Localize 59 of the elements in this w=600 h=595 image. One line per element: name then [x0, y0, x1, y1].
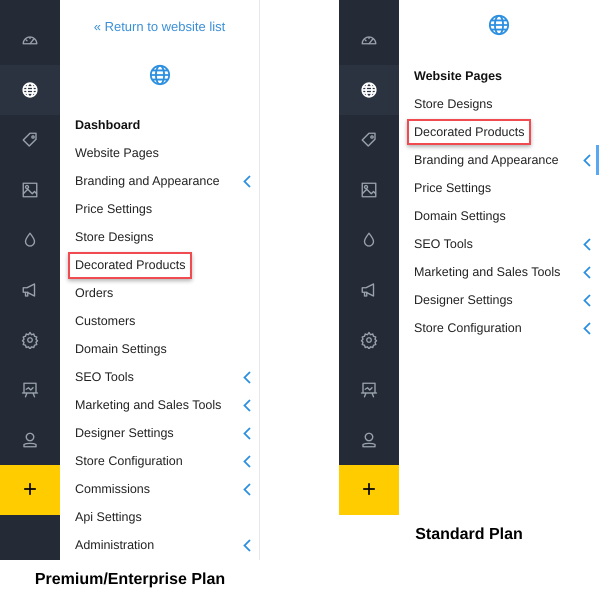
chevron-icon[interactable] — [243, 483, 251, 496]
menu-item[interactable]: Api Settings — [68, 504, 149, 531]
menu-item[interactable]: Website Pages — [68, 140, 166, 167]
chevron-icon[interactable] — [583, 294, 591, 306]
chevron-icon[interactable] — [243, 427, 251, 440]
globe-icon — [488, 14, 510, 36]
chevron-icon[interactable] — [243, 539, 251, 552]
add-button[interactable]: + — [0, 465, 60, 515]
menu-item[interactable]: Store Configuration — [68, 448, 190, 475]
image-icon — [21, 181, 39, 199]
chevron-icon[interactable] — [243, 399, 251, 412]
menu-item[interactable]: Orders — [68, 280, 120, 307]
menu-item[interactable]: Branding and Appearance — [68, 168, 227, 195]
menu-item[interactable]: Branding and Appearance — [407, 146, 566, 174]
scrollbar[interactable] — [596, 145, 599, 175]
globe-icon — [148, 64, 170, 86]
gear-icon — [21, 331, 39, 349]
globe-icon — [360, 81, 378, 99]
chevron-icon[interactable] — [243, 175, 251, 188]
menu-item[interactable]: Customers — [68, 308, 142, 335]
menu-item[interactable]: SEO Tools — [68, 364, 141, 391]
plan-caption: Standard Plan — [415, 525, 523, 545]
menu-item[interactable]: Marketing and Sales Tools — [407, 258, 568, 286]
add-button[interactable]: + — [339, 465, 399, 515]
chevron-icon[interactable] — [583, 266, 591, 278]
menu-item[interactable]: Commissions — [68, 476, 158, 503]
presentation-icon — [21, 381, 39, 399]
rail-button[interactable] — [339, 65, 399, 115]
menu-item[interactable]: Store Designs — [407, 90, 500, 118]
chevron-icon[interactable] — [243, 371, 251, 384]
menu-item[interactable]: Decorated Products — [407, 118, 532, 146]
menu-item[interactable]: Store Designs — [68, 224, 161, 251]
menu-item[interactable]: Administration — [68, 532, 162, 559]
tag-icon — [360, 131, 378, 149]
menu-item[interactable]: Website Pages — [407, 62, 510, 90]
gear-icon — [360, 331, 378, 349]
plan-caption: Premium/Enterprise Plan — [34, 570, 226, 590]
menu-item[interactable]: Price Settings — [407, 174, 498, 202]
presentation-icon — [360, 381, 378, 399]
menu-item[interactable]: Price Settings — [68, 196, 160, 223]
menu-item[interactable]: Domain Settings — [407, 202, 513, 230]
tag-icon — [21, 131, 39, 149]
chevron-icon[interactable] — [583, 238, 591, 250]
menu-item[interactable]: Marketing and Sales Tools — [68, 392, 228, 419]
chevron-icon[interactable] — [583, 154, 591, 166]
globe-icon — [21, 81, 39, 99]
menu-item[interactable]: Designer Settings — [407, 286, 520, 314]
chevron-icon[interactable] — [243, 455, 251, 468]
menu-item[interactable]: Store Configuration — [407, 314, 529, 342]
rail-button[interactable] — [0, 65, 60, 115]
menu-item[interactable]: Domain Settings — [68, 336, 174, 363]
menu-item[interactable]: SEO Tools — [407, 230, 480, 258]
menu-item[interactable]: Dashboard — [68, 112, 148, 139]
chevron-icon[interactable] — [583, 322, 591, 334]
user-icon — [21, 431, 39, 449]
menu-item[interactable]: Decorated Products — [68, 252, 192, 279]
menu-item[interactable]: Designer Settings — [68, 420, 181, 447]
image-icon — [360, 181, 378, 199]
user-icon — [360, 431, 378, 449]
